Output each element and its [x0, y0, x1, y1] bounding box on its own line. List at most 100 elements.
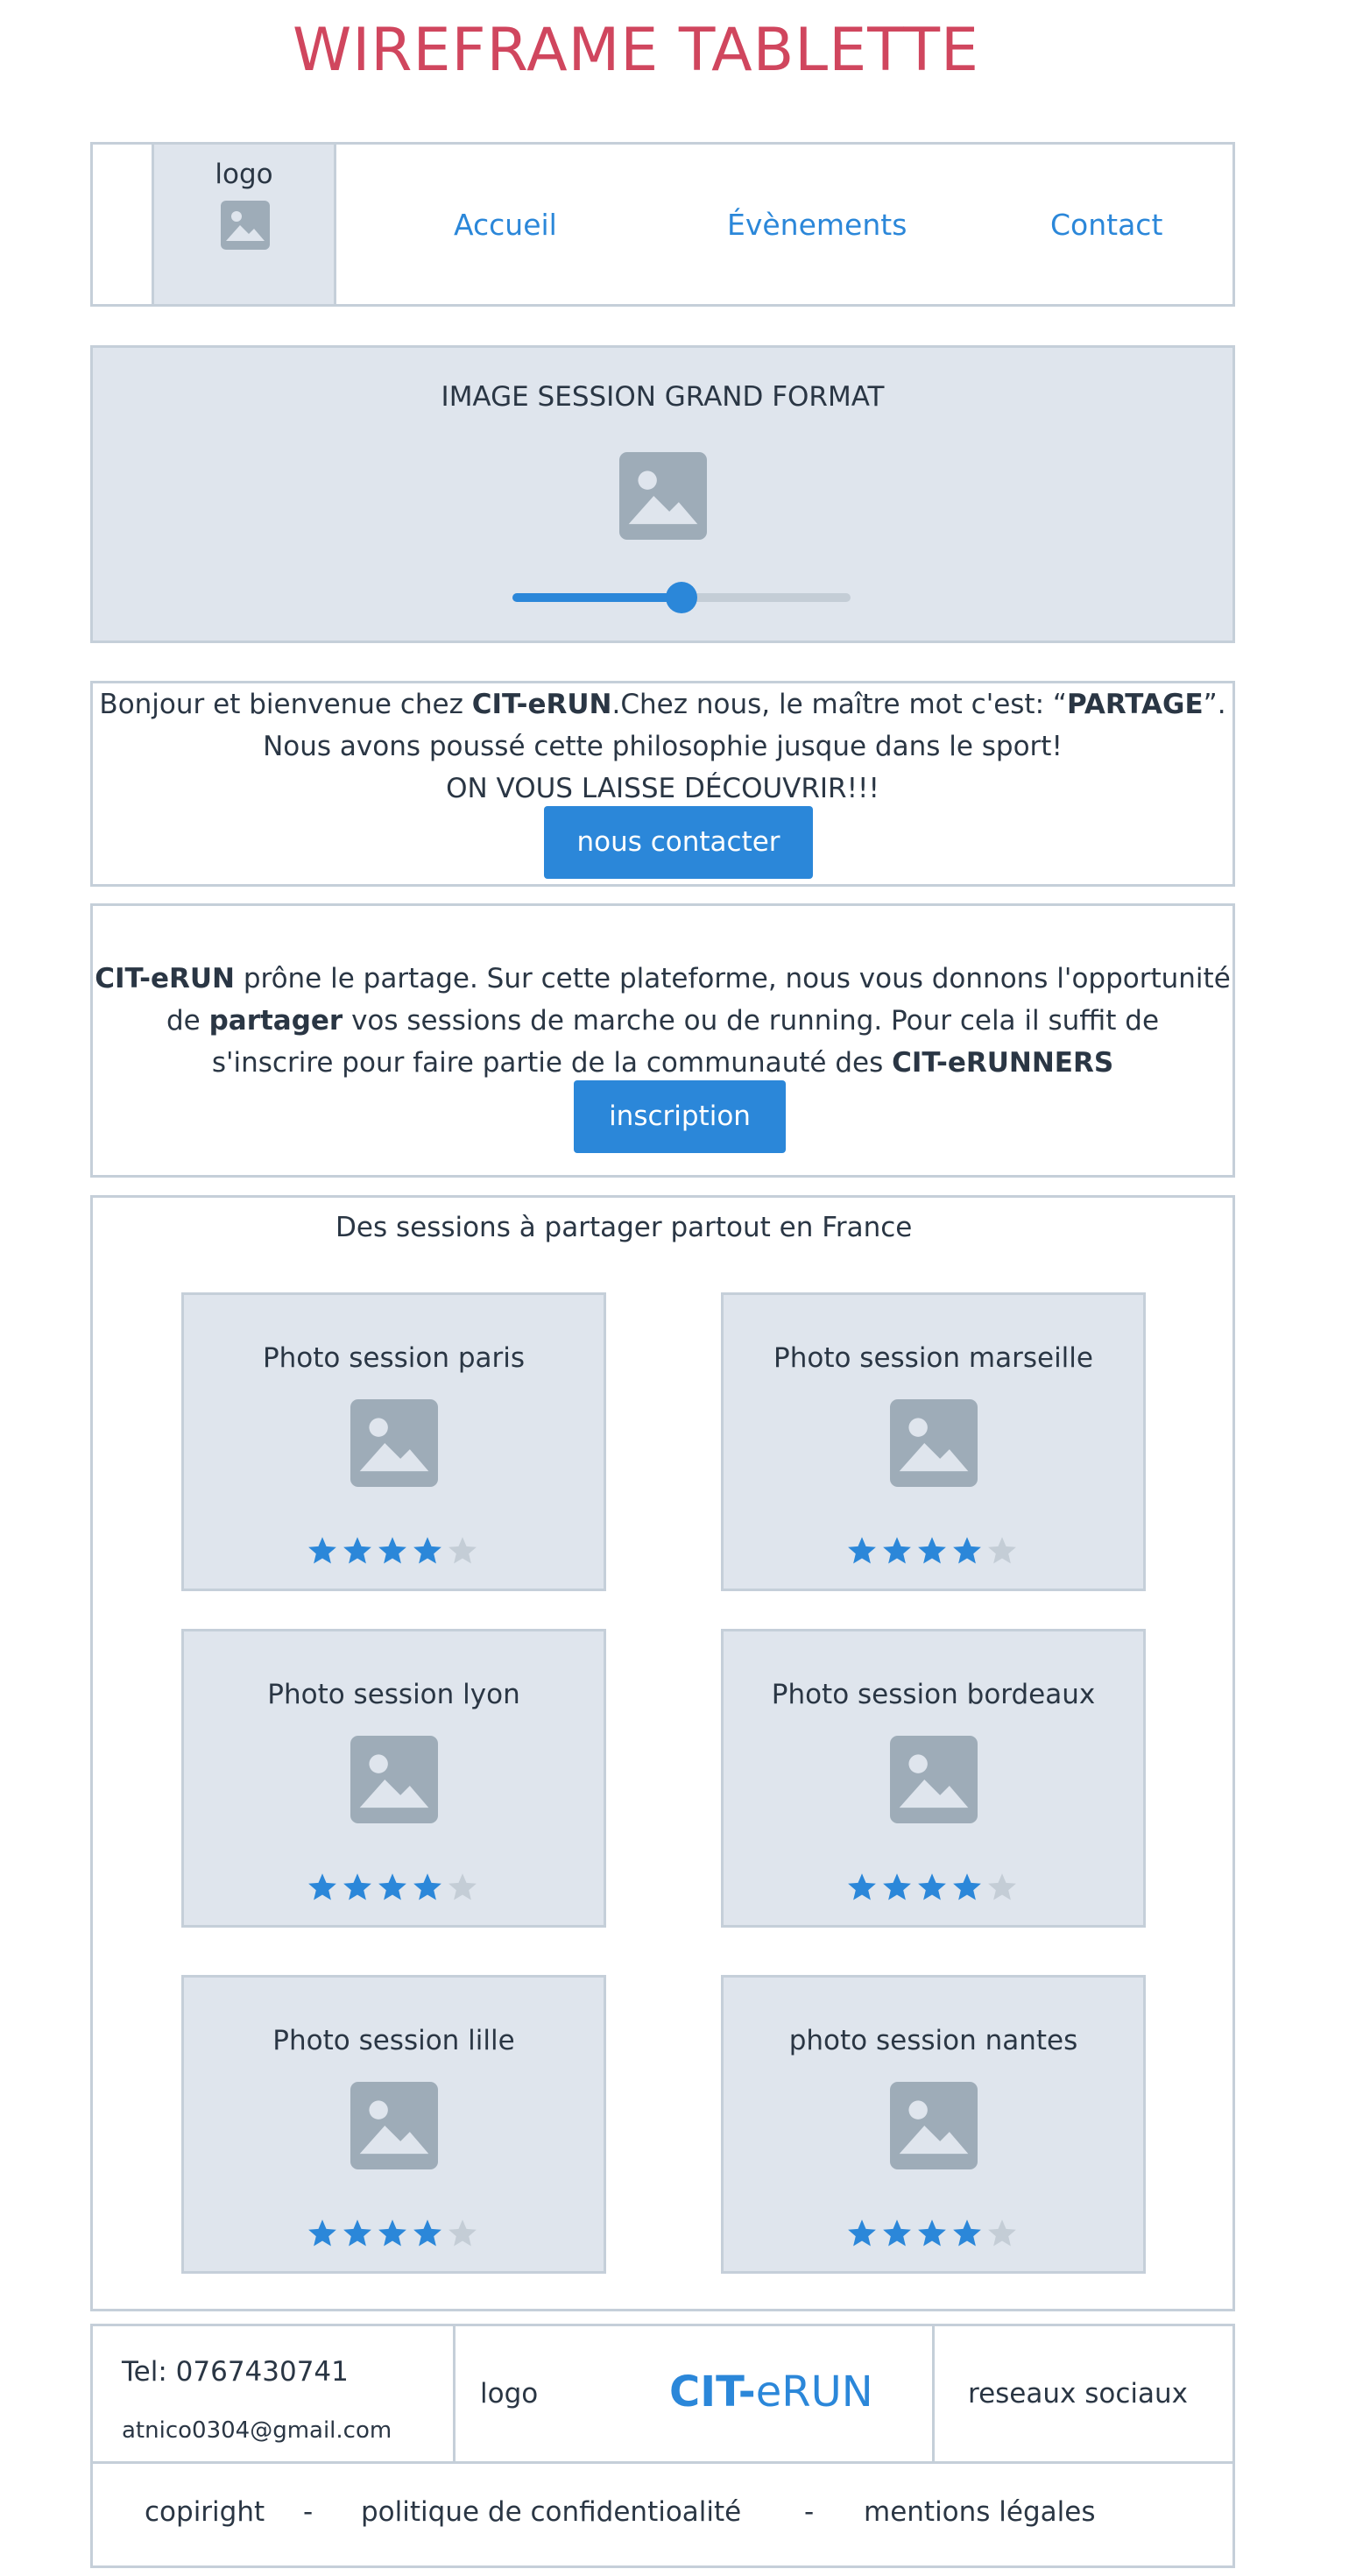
star-filled-icon[interactable] [307, 1872, 338, 1903]
welcome-line-1: Bonjour et bienvenue chez CIT-eRUN.Chez … [93, 683, 1232, 725]
image-placeholder-icon [350, 1399, 438, 1487]
brand-name: CIT-eRUN [95, 963, 235, 994]
star-filled-icon[interactable] [846, 2218, 878, 2249]
footer-social[interactable]: reseaux sociaux [968, 2378, 1188, 2410]
about-text: vos sessions de marche ou de running. Po… [343, 1005, 1160, 1037]
star-filled-icon[interactable] [412, 2218, 443, 2249]
about-line-1: CIT-eRUN prône le partage. Sur cette pla… [93, 958, 1232, 1000]
star-empty-icon[interactable] [986, 1535, 1018, 1567]
star-rating[interactable] [846, 2218, 1021, 2249]
signup-button[interactable]: inscription [574, 1080, 786, 1153]
session-card-title: Photo session lille [272, 2025, 515, 2056]
star-filled-icon[interactable] [881, 2218, 913, 2249]
star-filled-icon[interactable] [377, 1872, 408, 1903]
star-rating[interactable] [307, 1872, 482, 1903]
carousel-slider[interactable] [512, 582, 851, 613]
footer-phone[interactable]: Tel: 0767430741 [122, 2356, 349, 2388]
star-filled-icon[interactable] [916, 1535, 948, 1567]
footer-separator: - [804, 2496, 815, 2528]
star-filled-icon[interactable] [342, 2218, 373, 2249]
star-filled-icon[interactable] [881, 1535, 913, 1567]
brand-part-1: CIT- [669, 2367, 756, 2417]
session-card-title: Photo session lyon [267, 1679, 520, 1710]
footer-divider-v1 [453, 2326, 456, 2461]
star-filled-icon[interactable] [342, 1535, 373, 1567]
star-rating[interactable] [846, 1872, 1021, 1903]
star-filled-icon[interactable] [307, 1535, 338, 1567]
star-empty-icon[interactable] [447, 2218, 478, 2249]
welcome-line-3: ON VOUS LAISSE DÉCOUVRIR!!! [446, 773, 879, 804]
contact-button[interactable]: nous contacter [544, 806, 813, 879]
star-empty-icon[interactable] [447, 1872, 478, 1903]
about-text: de [166, 1005, 209, 1037]
session-card[interactable]: Photo session lyon [181, 1629, 606, 1928]
welcome-text: ”. [1203, 689, 1226, 720]
nav-link-evenements[interactable]: Évènements [727, 208, 907, 242]
star-filled-icon[interactable] [412, 1535, 443, 1567]
session-card[interactable]: Photo session paris [181, 1292, 606, 1591]
welcome-text: .Chez nous, le maître mot c'est: “ [611, 689, 1067, 720]
slider-thumb[interactable] [666, 582, 697, 613]
star-filled-icon[interactable] [951, 1872, 983, 1903]
slider-fill [512, 593, 682, 602]
star-rating[interactable] [307, 1535, 482, 1567]
header: logo Accueil Évènements Contact [90, 142, 1235, 307]
hero-image: IMAGE SESSION GRAND FORMAT [90, 345, 1235, 643]
sessions-heading: Des sessions à partager partout en Franc… [335, 1212, 913, 1243]
image-placeholder-icon [350, 2082, 438, 2169]
session-card[interactable]: Photo session bordeaux [721, 1629, 1146, 1928]
welcome-line-2: Nous avons poussé cette philosophie jusq… [263, 731, 1063, 762]
footer-link-privacy[interactable]: politique de confidentioalité [361, 2496, 741, 2528]
keyword: PARTAGE [1066, 689, 1204, 720]
about-text: prône le partage. Sur cette plateforme, … [234, 963, 1231, 994]
star-filled-icon[interactable] [846, 1535, 878, 1567]
session-card-title: Photo session paris [262, 1342, 526, 1374]
footer-divider-h [93, 2461, 1232, 2464]
footer-link-legal[interactable]: mentions légales [864, 2496, 1096, 2528]
about-line-2: de partager vos sessions de marche ou de… [93, 1000, 1232, 1042]
nav-link-accueil[interactable]: Accueil [454, 208, 557, 242]
session-card[interactable]: Photo session lille [181, 1975, 606, 2274]
star-filled-icon[interactable] [916, 2218, 948, 2249]
footer-logo-label: logo [480, 2378, 539, 2410]
footer-email[interactable]: atnico0304@gmail.com [122, 2417, 392, 2444]
page-title: WIREFRAME TABLETTE [293, 16, 979, 85]
star-filled-icon[interactable] [412, 1872, 443, 1903]
star-filled-icon[interactable] [377, 1535, 408, 1567]
welcome-text: Bonjour et bienvenue chez [99, 689, 472, 720]
session-card[interactable]: photo session nantes [721, 1975, 1146, 2274]
image-placeholder-icon [221, 201, 270, 250]
star-filled-icon[interactable] [951, 2218, 983, 2249]
star-filled-icon[interactable] [951, 1535, 983, 1567]
star-rating[interactable] [307, 2218, 482, 2249]
footer-divider-v2 [932, 2326, 935, 2461]
star-filled-icon[interactable] [307, 2218, 338, 2249]
session-card-title: Photo session bordeaux [771, 1679, 1096, 1710]
star-filled-icon[interactable] [377, 2218, 408, 2249]
image-placeholder-icon [619, 452, 707, 540]
brand-part-2: eRUN [755, 2367, 873, 2417]
image-placeholder-icon [890, 1736, 978, 1823]
footer-link-copyright[interactable]: copiright [145, 2496, 265, 2528]
keyword: CIT-eRUNNERS [892, 1047, 1114, 1079]
nav-link-contact[interactable]: Contact [1050, 208, 1162, 242]
logo-label: logo [215, 159, 273, 190]
image-placeholder-icon [350, 1736, 438, 1823]
session-card[interactable]: Photo session marseille [721, 1292, 1146, 1591]
star-filled-icon[interactable] [881, 1872, 913, 1903]
star-rating[interactable] [846, 1535, 1021, 1567]
about-text: s'inscrire pour faire partie de la commu… [211, 1047, 893, 1079]
star-empty-icon[interactable] [986, 1872, 1018, 1903]
footer-separator: - [303, 2496, 314, 2528]
session-card-title: photo session nantes [788, 2025, 1078, 2056]
star-empty-icon[interactable] [986, 2218, 1018, 2249]
footer-brand[interactable]: CIT-eRUN [669, 2367, 873, 2417]
brand-name: CIT-eRUN [471, 689, 612, 720]
star-filled-icon[interactable] [846, 1872, 878, 1903]
star-filled-icon[interactable] [342, 1872, 373, 1903]
hero-title: IMAGE SESSION GRAND FORMAT [441, 381, 885, 413]
star-filled-icon[interactable] [916, 1872, 948, 1903]
logo-block[interactable]: logo [152, 145, 336, 304]
star-empty-icon[interactable] [447, 1535, 478, 1567]
image-placeholder-icon [890, 2082, 978, 2169]
